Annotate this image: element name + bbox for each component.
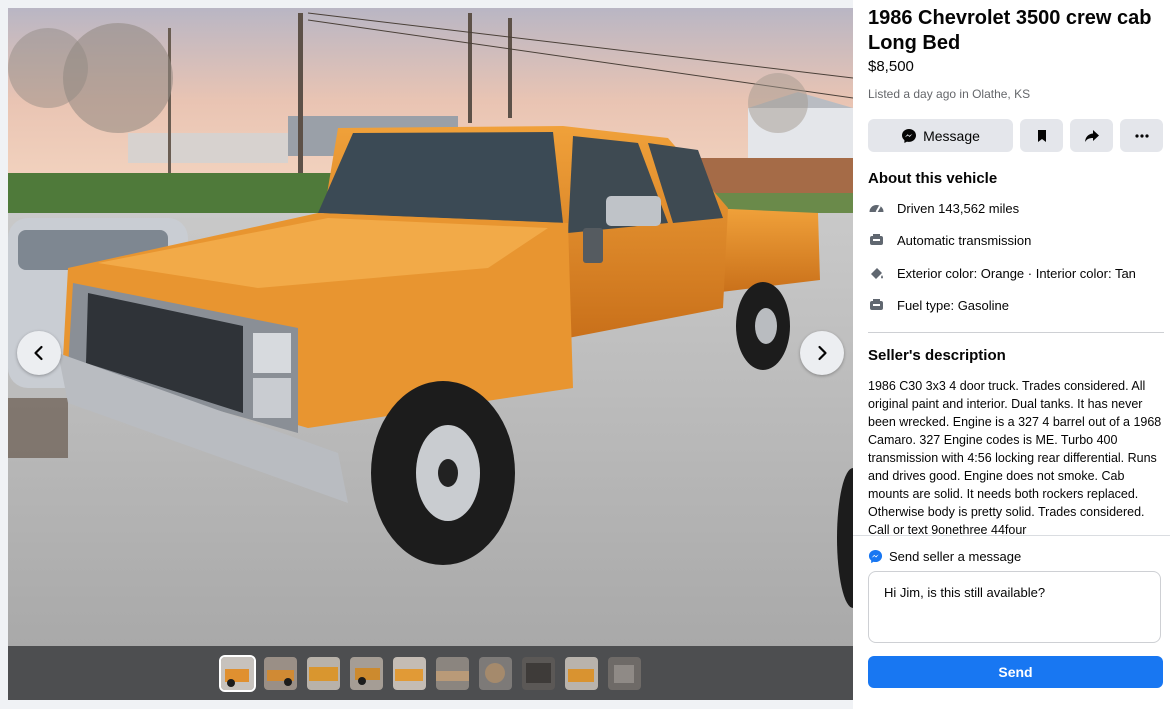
previous-photo-button[interactable] <box>17 331 61 375</box>
section-divider <box>868 332 1164 333</box>
thumbnail-2[interactable] <box>263 656 297 690</box>
message-composer: Send seller a message Hi Jim, is this st… <box>853 535 1170 709</box>
thumbnail-3[interactable] <box>306 656 340 690</box>
messenger-icon <box>902 128 917 143</box>
paint-icon <box>868 265 885 282</box>
speedometer-icon <box>868 200 885 217</box>
send-button[interactable]: Send <box>868 656 1163 688</box>
thumbnail-4[interactable] <box>349 656 383 690</box>
transmission-icon <box>868 232 885 249</box>
thumbnail-10[interactable] <box>607 656 641 690</box>
thumbnail-9[interactable] <box>564 656 598 690</box>
listing-location: Listed a day ago in Olathe, KS <box>868 87 1031 101</box>
thumbnail-6[interactable] <box>435 656 469 690</box>
detail-colors: Exterior color: Orange · Interior color:… <box>868 265 1136 282</box>
share-icon <box>1084 129 1099 142</box>
listing-price: $8,500 <box>868 58 914 75</box>
thumbnail-8[interactable] <box>521 656 555 690</box>
about-vehicle-heading: About this vehicle <box>868 170 998 187</box>
listing-details-panel: 1986 Chevrolet 3500 crew cab Long Bed $8… <box>853 0 1170 709</box>
chevron-left-icon <box>34 345 43 361</box>
thumbnail-strip <box>8 646 853 700</box>
send-seller-label: Send seller a message <box>868 549 1021 564</box>
photo-viewer <box>8 8 853 700</box>
thumbnail-5[interactable] <box>392 656 426 690</box>
more-icon <box>1134 133 1149 138</box>
action-bar: Message <box>868 119 1163 152</box>
chevron-right-icon <box>818 345 827 361</box>
share-button[interactable] <box>1070 119 1113 152</box>
send-seller-label-text: Send seller a message <box>889 549 1022 564</box>
message-button[interactable]: Message <box>868 119 1013 152</box>
thumbnail-7[interactable] <box>478 656 512 690</box>
detail-transmission: Automatic transmission <box>868 232 1031 249</box>
seller-description-text: 1986 C30 3x3 4 door truck. Trades consid… <box>868 379 1162 534</box>
detail-fuel-text: Fuel type: Gasoline <box>897 298 1010 313</box>
message-input[interactable]: Hi Jim, is this still available? <box>868 571 1161 643</box>
thumbnail-1[interactable] <box>218 654 256 692</box>
detail-mileage: Driven 143,562 miles <box>868 200 1019 217</box>
main-photo <box>8 8 853 646</box>
detail-fuel: Fuel type: Gasoline <box>868 297 1009 314</box>
listing-title: 1986 Chevrolet 3500 crew cab Long Bed <box>868 7 1152 54</box>
detail-mileage-text: Driven 143,562 miles <box>897 201 1020 216</box>
bookmark-icon <box>1037 129 1046 142</box>
seller-description-heading: Seller's description <box>868 347 1006 364</box>
next-photo-button[interactable] <box>800 331 844 375</box>
save-button[interactable] <box>1020 119 1063 152</box>
detail-transmission-text: Automatic transmission <box>897 233 1032 248</box>
messenger-icon <box>868 549 883 564</box>
message-button-label: Message <box>923 127 980 144</box>
more-options-button[interactable] <box>1120 119 1163 152</box>
fuel-icon <box>868 297 885 314</box>
detail-colors-text: Exterior color: Orange · Interior color:… <box>897 266 1136 281</box>
